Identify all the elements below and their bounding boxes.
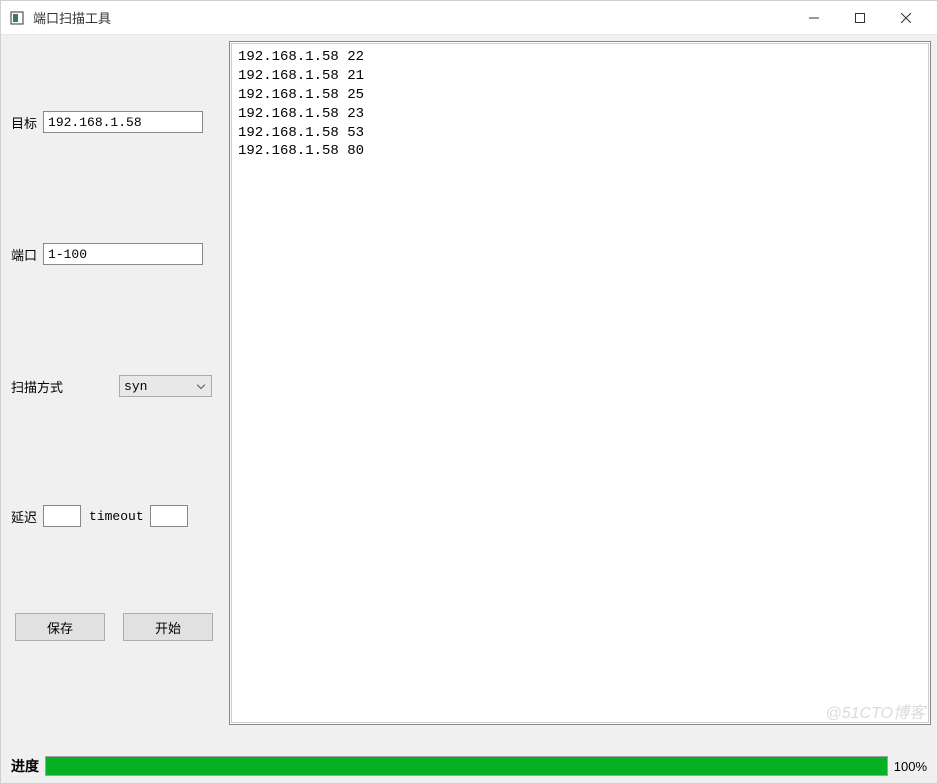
- window-controls: [791, 1, 929, 34]
- port-row: 端口: [7, 243, 219, 265]
- chevron-down-icon: [197, 379, 205, 394]
- output-text[interactable]: 192.168.1.58 22 192.168.1.58 21 192.168.…: [231, 43, 929, 723]
- progress-fill: [46, 757, 887, 775]
- progress-text: 100%: [894, 759, 927, 774]
- start-button[interactable]: 开始: [123, 613, 213, 641]
- delay-label: 延迟: [11, 507, 37, 526]
- delay-row: 延迟 timeout: [7, 505, 219, 527]
- window-title: 端口扫描工具: [33, 8, 111, 27]
- app-icon: [9, 10, 25, 26]
- minimize-button[interactable]: [791, 1, 837, 34]
- port-label: 端口: [11, 245, 37, 264]
- scan-method-select[interactable]: syn: [119, 375, 212, 397]
- scan-method-label: 扫描方式: [11, 377, 63, 396]
- app-window: 端口扫描工具 目标 端口 扫描方式: [0, 0, 938, 784]
- maximize-button[interactable]: [837, 1, 883, 34]
- progress-label: 进度: [11, 756, 39, 776]
- timeout-label: timeout: [89, 509, 144, 524]
- target-label: 目标: [11, 113, 37, 132]
- output-panel: 192.168.1.58 22 192.168.1.58 21 192.168.…: [229, 41, 931, 725]
- port-input[interactable]: [43, 243, 203, 265]
- target-input[interactable]: [43, 111, 203, 133]
- left-panel: 目标 端口 扫描方式 syn 延迟 timeout: [7, 41, 219, 749]
- content-area: 目标 端口 扫描方式 syn 延迟 timeout: [1, 35, 937, 755]
- close-button[interactable]: [883, 1, 929, 34]
- target-row: 目标: [7, 111, 219, 133]
- scan-method-value: syn: [124, 379, 147, 394]
- timeout-input[interactable]: [150, 505, 188, 527]
- progress-bar: [45, 756, 888, 776]
- scan-method-row: 扫描方式 syn: [7, 375, 219, 397]
- titlebar: 端口扫描工具: [1, 1, 937, 35]
- button-row: 保存 开始: [7, 613, 219, 641]
- delay-input[interactable]: [43, 505, 81, 527]
- save-button[interactable]: 保存: [15, 613, 105, 641]
- bottom-bar: 进度 100%: [1, 755, 937, 783]
